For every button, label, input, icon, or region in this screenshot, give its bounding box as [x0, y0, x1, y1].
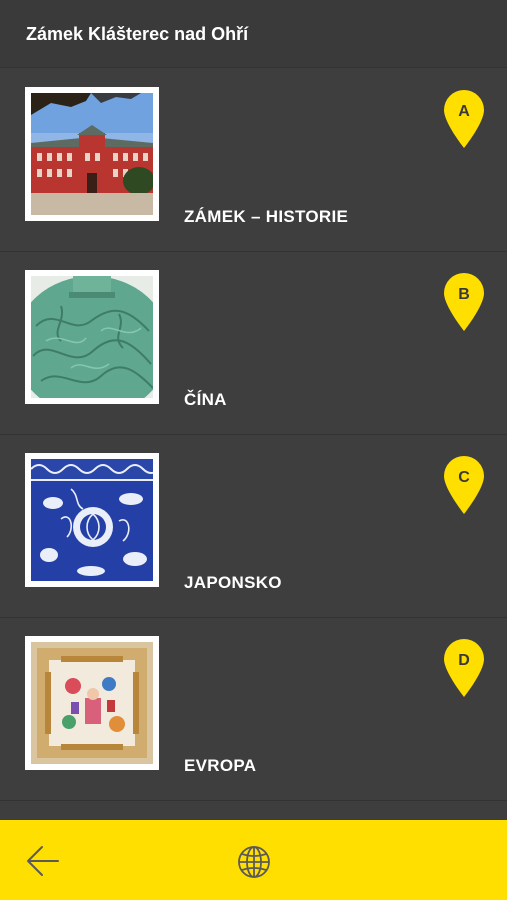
thumbnail-blue-porcelain	[25, 453, 159, 587]
marker-letter: A	[458, 103, 470, 120]
list-item[interactable]: ČÍNA B	[0, 252, 507, 435]
page-title: Zámek Klášterec nad Ohří	[26, 24, 249, 44]
marker-letter: B	[458, 286, 470, 303]
marker-pin-icon: A	[443, 89, 485, 149]
header: Zámek Klášterec nad Ohří	[0, 0, 507, 68]
list-item[interactable]: ZÁMEK – HISTORIE A	[0, 69, 507, 252]
thumbnail-celadon-vase	[25, 270, 159, 404]
marker-letter: C	[458, 469, 470, 486]
item-label: ČÍNA	[184, 390, 227, 409]
bottom-bar	[0, 820, 507, 900]
list-item[interactable]: EVROPA D	[0, 618, 507, 801]
thumbnail-painted-plate	[25, 636, 159, 770]
marker-pin-icon: D	[443, 638, 485, 698]
item-label: JAPONSKO	[184, 573, 282, 592]
tour-list: ZÁMEK – HISTORIE A ČÍNA B JAPONSKO C EVR…	[0, 69, 507, 801]
marker-pin-icon: B	[443, 272, 485, 332]
globe-icon[interactable]	[236, 844, 272, 880]
list-item[interactable]: JAPONSKO C	[0, 435, 507, 618]
back-arrow-icon[interactable]	[26, 844, 60, 878]
marker-pin-icon: C	[443, 455, 485, 515]
thumbnail-castle	[25, 87, 159, 221]
item-label: EVROPA	[184, 756, 257, 775]
item-label: ZÁMEK – HISTORIE	[184, 207, 349, 226]
marker-letter: D	[458, 652, 470, 669]
